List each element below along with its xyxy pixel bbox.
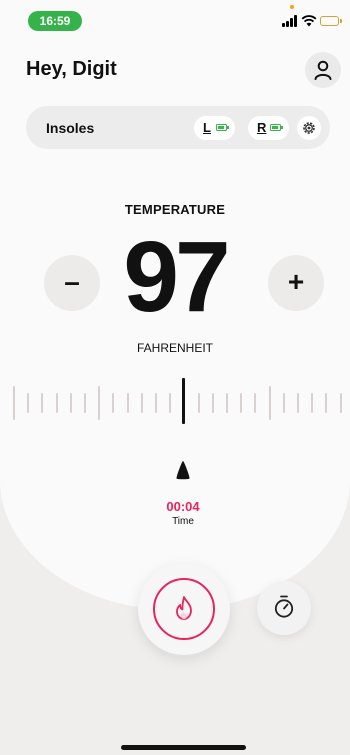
privacy-indicator-dot	[290, 5, 294, 9]
temperature-heading: TEMPERATURE	[124, 202, 226, 217]
flame-icon	[176, 596, 192, 620]
temperature-ruler[interactable]	[0, 380, 350, 425]
home-indicator	[121, 745, 246, 750]
ruler-minor-tick	[197, 392, 200, 413]
current-value-indicator	[182, 378, 185, 424]
wifi-icon	[301, 15, 317, 27]
heat-ring	[153, 578, 215, 640]
status-icons	[282, 15, 342, 29]
settings-button[interactable]	[297, 116, 321, 140]
status-bar: 16:59	[0, 0, 350, 34]
ruler-minor-tick	[126, 392, 129, 413]
ruler-minor-tick	[226, 392, 228, 413]
ruler-minor-tick	[112, 392, 115, 413]
right-battery-icon	[270, 124, 283, 131]
ruler-minor-tick	[311, 392, 314, 413]
status-time: 16:59	[28, 11, 82, 31]
app-screen: 16:59 Hey, Digit Insoles L R TEMPERATURE…	[0, 0, 350, 755]
ruler-minor-tick	[240, 392, 243, 413]
temperature-unit: FAHRENHEIT	[136, 341, 213, 355]
insoles-label: Insoles	[46, 120, 95, 136]
ruler-minor-tick	[84, 392, 86, 413]
increase-temperature-button[interactable]: +	[268, 255, 324, 311]
decrease-temperature-button[interactable]: –	[44, 255, 100, 311]
stopwatch-icon	[274, 595, 294, 618]
stopwatch-button[interactable]	[257, 581, 311, 635]
right-insole-label: R	[257, 120, 267, 135]
ruler-major-tick	[268, 385, 271, 420]
ruler-minor-tick	[297, 392, 299, 413]
ruler-minor-tick	[325, 392, 328, 413]
ruler-minor-tick	[27, 392, 30, 413]
ruler-minor-tick	[169, 392, 172, 413]
ruler-minor-tick	[339, 392, 342, 413]
ruler-minor-tick	[69, 392, 72, 413]
heat-toggle-button[interactable]	[138, 563, 230, 655]
right-insole-chip[interactable]: R	[248, 116, 289, 140]
profile-button[interactable]	[305, 52, 341, 88]
signal-icon	[282, 15, 298, 27]
insoles-bar[interactable]: Insoles L R	[26, 106, 330, 149]
ruler-minor-tick	[155, 392, 157, 413]
ruler-major-tick	[98, 385, 101, 420]
person-icon	[314, 60, 332, 80]
ruler-minor-tick	[282, 392, 285, 413]
timer-value: 00:04	[166, 499, 200, 514]
ruler-minor-tick	[140, 392, 143, 413]
ruler-minor-tick	[211, 392, 214, 413]
ruler-minor-tick	[41, 392, 44, 413]
triangle-pointer-icon	[176, 461, 190, 480]
left-insole-label: L	[203, 120, 211, 135]
gear-icon	[303, 122, 315, 134]
left-battery-icon	[216, 124, 229, 131]
ruler-minor-tick	[55, 392, 58, 413]
left-insole-chip[interactable]: L	[194, 116, 235, 140]
timer-label: Time	[172, 516, 194, 527]
ruler-minor-tick	[254, 392, 257, 413]
ruler-major-tick	[13, 385, 15, 420]
greeting-title: Hey, Digit	[26, 58, 117, 80]
battery-icon	[320, 16, 342, 26]
